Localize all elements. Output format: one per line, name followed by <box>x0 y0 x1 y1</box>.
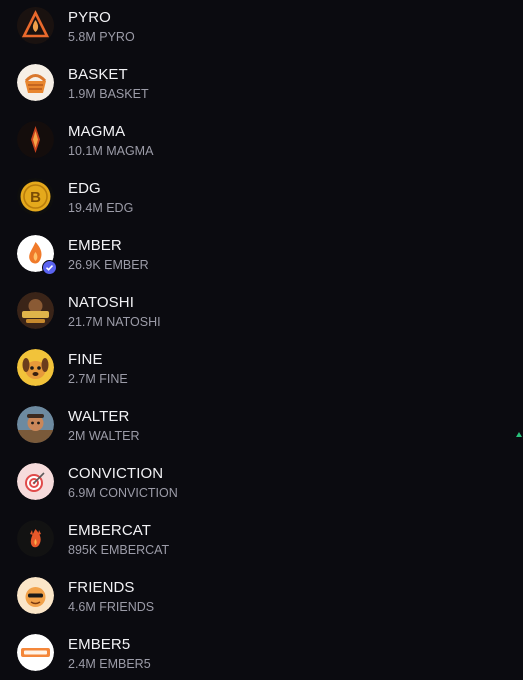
token-name: EMBERCAT <box>68 522 152 539</box>
token-name: MAGMA <box>68 123 126 140</box>
fine-dog-icon <box>17 349 54 386</box>
token-row-edg[interactable]: B EDG 19.4M EDG <box>0 171 523 228</box>
token-row-ember[interactable]: EMBER 26.9K EMBER <box>0 228 523 285</box>
token-row-fine[interactable]: FINE 2.7M FINE <box>0 342 523 399</box>
token-amount: 6.9M CONVICTION <box>68 486 178 500</box>
token-name: WALTER <box>68 408 130 425</box>
token-name: NATOSHI <box>68 294 134 311</box>
token-amount: 21.7M NATOSHI <box>68 315 161 329</box>
token-name: EMBER5 <box>68 636 131 653</box>
token-row-natoshi[interactable]: NATOSHI 21.7M NATOSHI <box>0 285 523 342</box>
token-amount: 1.9M BASKET <box>68 87 149 101</box>
verified-check-icon <box>42 260 57 275</box>
conviction-target-icon <box>17 463 54 500</box>
token-list: PYRO 5.8M PYRO BASKET 1.9M BASKET MAGMA … <box>0 0 523 680</box>
token-name: EMBER <box>68 237 122 254</box>
token-row-magma[interactable]: MAGMA 10.1M MAGMA <box>0 114 523 171</box>
embercat-flame-icon <box>17 520 54 557</box>
token-name: FRIENDS <box>68 579 135 596</box>
token-name: BASKET <box>68 66 128 83</box>
token-row-basket[interactable]: BASKET 1.9M BASKET <box>0 57 523 114</box>
token-row-friends[interactable]: FRIENDS 4.6M FRIENDS <box>0 570 523 627</box>
token-amount: 4.6M FRIENDS <box>68 600 155 614</box>
token-name: FINE <box>68 351 103 368</box>
token-amount: 5.8M PYRO <box>68 30 135 44</box>
token-amount: 10.1M MAGMA <box>68 144 154 158</box>
token-amount: 2.7M FINE <box>68 372 128 386</box>
token-name: PYRO <box>68 9 111 26</box>
walter-character-icon <box>17 406 54 443</box>
token-amount: 2.4M EMBER5 <box>68 657 151 671</box>
token-amount: 19.4M EDG <box>68 201 134 215</box>
edg-coin-icon: B <box>17 178 54 215</box>
svg-text:B: B <box>30 189 41 206</box>
basket-icon <box>17 64 54 101</box>
up-caret-icon <box>516 432 522 437</box>
token-row-ember5[interactable]: EMBER5 2.4M EMBER5 <box>0 627 523 680</box>
magma-crystal-icon <box>17 121 54 158</box>
token-amount: 895K EMBERCAT <box>68 543 170 557</box>
token-row-conviction[interactable]: CONVICTION 6.9M CONVICTION <box>0 456 523 513</box>
token-row-walter[interactable]: WALTER 2M WALTER <box>0 399 523 456</box>
pyro-flame-triangle-icon <box>17 7 54 44</box>
natoshi-icon <box>17 292 54 329</box>
token-row-embercat[interactable]: EMBERCAT 895K EMBERCAT <box>0 513 523 570</box>
token-amount: 2M WALTER <box>68 429 140 443</box>
token-name: EDG <box>68 180 101 197</box>
friends-character-icon <box>17 577 54 614</box>
token-row-pyro[interactable]: PYRO 5.8M PYRO <box>0 0 523 57</box>
token-name: CONVICTION <box>68 465 164 482</box>
token-amount: 26.9K EMBER <box>68 258 149 272</box>
ember5-logo-icon <box>17 634 54 671</box>
